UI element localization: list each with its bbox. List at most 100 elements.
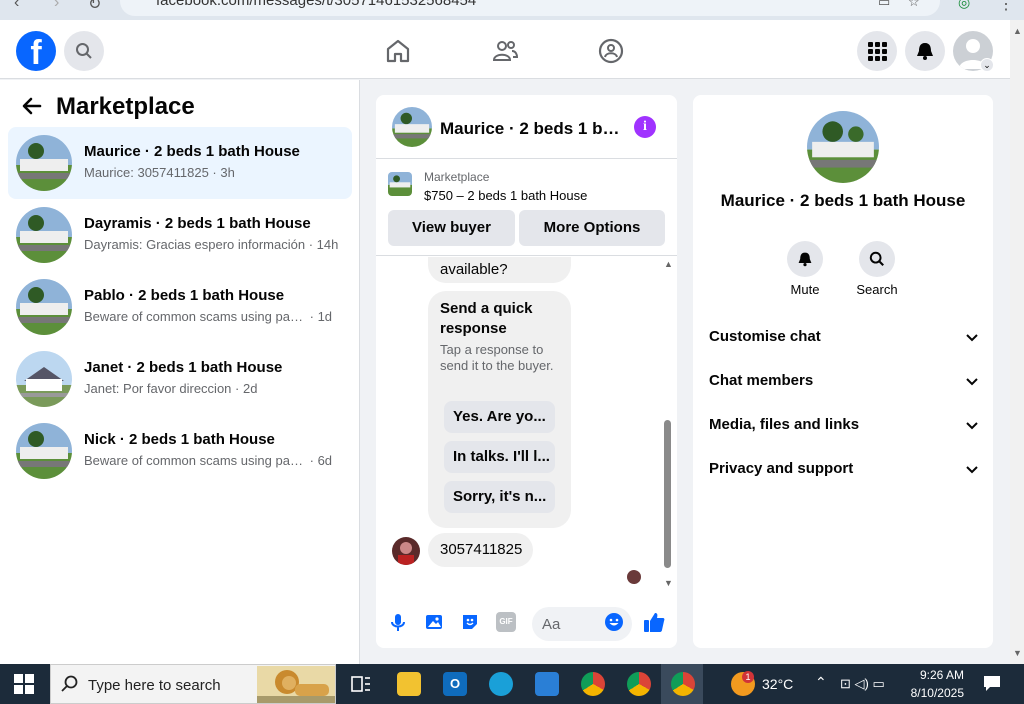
conversation-title: Janet · 2 beds 1 bath House	[84, 359, 283, 376]
chat-title[interactable]: Maurice · 2 beds 1 ba...	[440, 119, 626, 139]
listing-avatar-large[interactable]	[807, 111, 879, 183]
info-icon[interactable]: i	[634, 116, 656, 138]
conversation-item[interactable]: Pablo · 2 beds 1 bath House Beware of co…	[8, 271, 352, 343]
more-options-button[interactable]: More Options	[519, 210, 665, 246]
gif-icon[interactable]: GIF	[496, 612, 516, 632]
emoji-icon[interactable]	[604, 612, 624, 632]
thumbs-up-icon[interactable]	[643, 611, 665, 633]
view-buyer-button[interactable]: View buyer	[388, 210, 515, 246]
groups-icon	[598, 38, 624, 64]
chat-panel: Maurice · 2 beds 1 ba... i Marketplace $…	[376, 95, 677, 648]
conversation-title: Dayramis · 2 beds 1 bath House	[84, 215, 311, 232]
system-tray-icons[interactable]: ⊡ ◁) ▭	[840, 676, 885, 692]
chat-avatar[interactable]	[392, 107, 432, 147]
conversation-preview: Janet: Por favor direccion · 2d	[84, 381, 258, 396]
search-button[interactable]	[64, 31, 104, 71]
conversation-item[interactable]: Dayramis · 2 beds 1 bath House Dayramis:…	[8, 199, 352, 271]
search-icon	[76, 43, 92, 59]
forward-icon[interactable]: ›	[54, 0, 59, 12]
conversation-preview: Beware of common scams using pay... · 6d	[84, 453, 333, 468]
chat-info-panel: Maurice · 2 beds 1 bath House Mute Searc…	[693, 95, 993, 648]
search-chat-button[interactable]: Search	[847, 241, 907, 297]
page-scrollbar[interactable]: ▲ ▼	[1010, 20, 1024, 664]
microsoft-store-icon[interactable]	[535, 672, 559, 696]
media-files-links-row[interactable]: Media, files and links	[709, 416, 979, 444]
windows-start-icon[interactable]	[14, 674, 34, 694]
home-tab[interactable]	[378, 31, 418, 71]
friends-icon	[492, 41, 518, 61]
conversation-title: Maurice · 2 beds 1 bath House	[84, 143, 300, 160]
microphone-icon[interactable]	[388, 612, 408, 632]
page-title: Marketplace	[56, 93, 195, 120]
menu-button[interactable]	[857, 31, 897, 71]
back-arrow-icon[interactable]	[20, 94, 44, 118]
notifications-button[interactable]	[905, 31, 945, 71]
conversation-preview: Beware of common scams using pay... · 1d	[84, 309, 333, 324]
address-bar[interactable]: facebook.com/messages/t/3057146153256845…	[120, 0, 940, 16]
bell-icon	[917, 43, 933, 60]
search-label: Search	[856, 282, 898, 297]
clock-date[interactable]: 8/10/2025	[902, 686, 964, 700]
file-explorer-icon[interactable]	[397, 672, 421, 696]
weather-badge: 1	[742, 671, 754, 683]
conversation-item[interactable]: Janet · 2 beds 1 bath House Janet: Por f…	[8, 343, 352, 415]
quick-reply-button[interactable]: Sorry, it's n...	[444, 481, 555, 513]
task-view-icon[interactable]	[349, 672, 373, 696]
facebook-logo[interactable]: f	[16, 31, 56, 72]
photo-icon[interactable]	[424, 612, 444, 632]
grid-menu-icon	[868, 42, 887, 61]
mute-button[interactable]: Mute	[775, 241, 835, 297]
chevron-up-icon[interactable]: ⌃	[815, 674, 827, 691]
groups-tab[interactable]	[591, 31, 631, 71]
customise-chat-row[interactable]: Customise chat	[709, 328, 979, 356]
read-receipt-avatar	[627, 570, 641, 584]
conversation-preview: Maurice: 3057411825 · 3h	[84, 165, 235, 180]
taskbar-search-placeholder: Type here to search	[88, 677, 221, 694]
home-icon	[386, 39, 410, 63]
listing-banner: Marketplace $750 – 2 beds 1 bath House V…	[376, 160, 677, 256]
privacy-support-row[interactable]: Privacy and support	[709, 460, 979, 488]
info-title: Maurice · 2 beds 1 bath House	[720, 191, 966, 210]
clock-time[interactable]: 9:26 AM	[912, 668, 964, 682]
conversation-title: Nick · 2 beds 1 bath House	[84, 431, 275, 448]
chevron-down-icon[interactable]: ⌄	[980, 58, 994, 72]
notification-center-icon[interactable]	[982, 674, 1002, 692]
conversation-item[interactable]: Nick · 2 beds 1 bath House Beware of com…	[8, 415, 352, 487]
star-icon[interactable]: ☆	[908, 0, 920, 10]
weather-temperature[interactable]: 32°C	[762, 676, 793, 692]
taskbar-search-box[interactable]: Type here to search	[50, 664, 336, 704]
chat-members-row[interactable]: Chat members	[709, 372, 979, 400]
chrome-icon[interactable]	[581, 672, 605, 696]
conversation-item[interactable]: Maurice · 2 beds 1 bath House Maurice: 3…	[8, 127, 352, 199]
profile-icon[interactable]: ◎	[958, 0, 970, 11]
search-icon	[61, 675, 78, 692]
house-thumbnail	[16, 351, 72, 407]
outlook-icon[interactable]: O	[443, 672, 467, 696]
chevron-down-icon	[965, 418, 979, 436]
quick-reply-button[interactable]: In talks. I'll l...	[444, 441, 555, 473]
house-thumbnail	[16, 423, 72, 479]
listing-thumbnail[interactable]	[388, 172, 412, 196]
edge-browser-icon[interactable]	[489, 672, 513, 696]
mute-label: Mute	[790, 282, 820, 297]
chrome-active-icon[interactable]	[671, 672, 695, 696]
listing-title[interactable]: $750 – 2 beds 1 bath House	[424, 188, 587, 203]
message-bubble: available?	[428, 257, 571, 283]
listing-source: Marketplace	[424, 170, 490, 184]
house-thumbnail	[16, 135, 72, 191]
scrollbar-thumb[interactable]	[664, 420, 671, 568]
reload-icon[interactable]: ↻	[88, 0, 101, 14]
back-icon[interactable]: ‹	[14, 0, 19, 12]
quick-reply-button[interactable]: Yes. Are yo...	[444, 401, 555, 433]
menu-icon[interactable]: ⋮	[998, 0, 1014, 14]
quick-response-description: Tap a response to send it to the buyer.	[440, 342, 554, 373]
conversation-title: Pablo · 2 beds 1 bath House	[84, 287, 285, 304]
message-composer: GIF Aa	[376, 600, 677, 648]
chat-header: Maurice · 2 beds 1 ba... i	[376, 95, 677, 159]
chrome-profile-icon[interactable]	[627, 672, 651, 696]
friends-tab[interactable]	[485, 31, 525, 71]
sender-avatar[interactable]	[392, 537, 420, 565]
chat-scrollbar[interactable]: ▲ ▼	[662, 257, 674, 588]
sticker-icon[interactable]	[460, 612, 480, 632]
cast-icon[interactable]: ▭	[878, 0, 890, 10]
